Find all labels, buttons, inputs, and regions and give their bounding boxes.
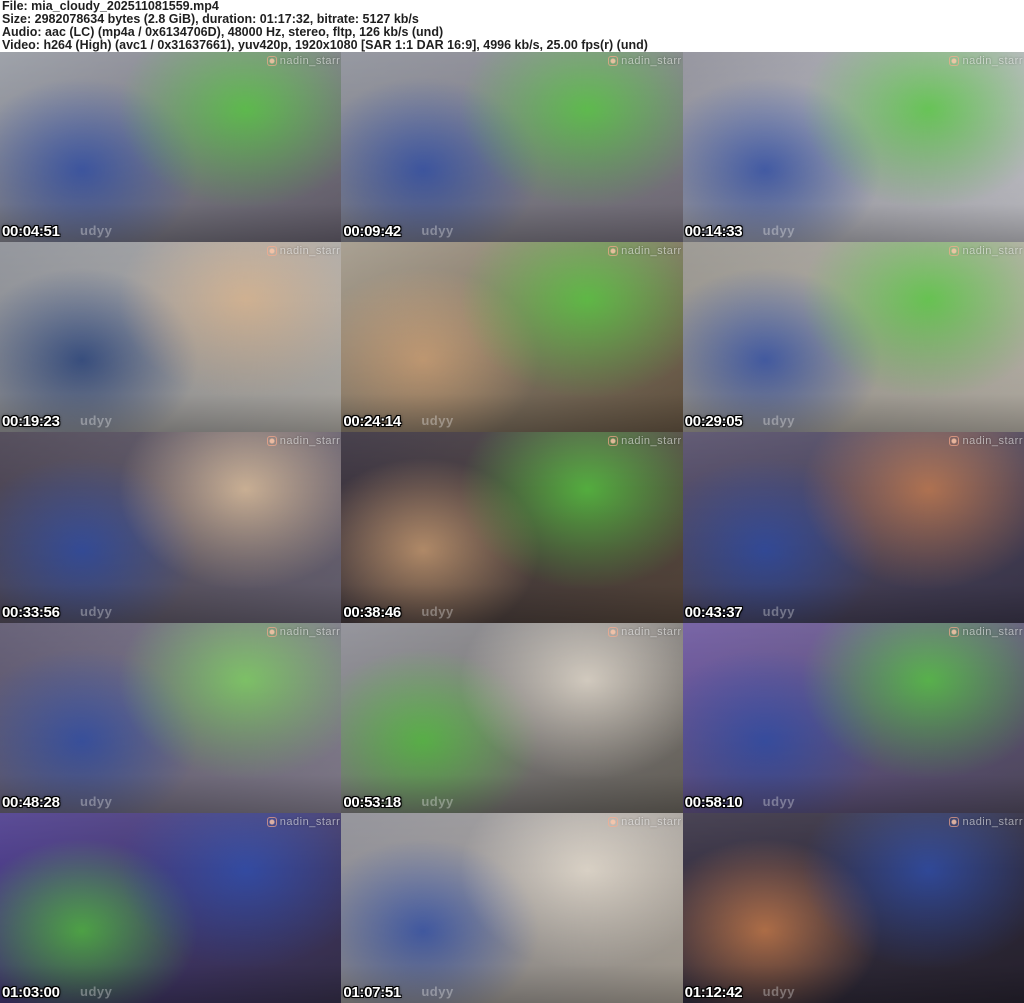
- timestamp-overlay: 01:03:00: [2, 983, 60, 1001]
- file-info-header: File: mia_cloudy_202511081559.mp4 Size: …: [0, 0, 1024, 52]
- top-right-watermark: nadin_starr: [608, 816, 682, 828]
- timestamp-overlay: 00:33:56: [2, 603, 60, 621]
- timestamp-overlay: 00:09:42: [343, 223, 401, 241]
- instagram-icon: [266, 436, 277, 447]
- watermark-text: nadin_starr: [279, 435, 341, 448]
- watermark-text: nadin_starr: [962, 55, 1023, 67]
- watermark-fragment: udyy: [762, 983, 795, 999]
- watermark-text: nadin_starr: [621, 245, 682, 258]
- timestamp-overlay: 00:19:23: [2, 413, 60, 431]
- instagram-icon: [266, 56, 277, 66]
- watermark-text: nadin_starr: [962, 245, 1023, 258]
- instagram-icon: [949, 626, 960, 637]
- video-thumbnail: nadin_starr udyy 00:19:23: [0, 242, 342, 433]
- instagram-icon: [608, 436, 619, 447]
- video-thumbnail: nadin_starr udyy 01:12:42: [682, 812, 1024, 1003]
- top-right-watermark: nadin_starr: [266, 245, 341, 258]
- instagram-icon: [608, 56, 619, 66]
- top-right-watermark: nadin_starr: [608, 626, 682, 638]
- top-right-watermark: nadin_starr: [266, 435, 341, 448]
- timestamp-overlay: 00:29:05: [684, 413, 743, 431]
- watermark-fragment: udyy: [80, 793, 113, 809]
- top-right-watermark: nadin_starr: [266, 55, 341, 67]
- timestamp-overlay: 01:12:42: [684, 983, 743, 1001]
- watermark-text: nadin_starr: [621, 625, 682, 638]
- video-thumbnail: nadin_starr udyy 00:14:33: [682, 52, 1024, 243]
- instagram-icon: [949, 816, 960, 827]
- watermark-fragment: udyy: [421, 223, 454, 239]
- video-thumbnail: nadin_starr udyy 00:04:51: [0, 52, 342, 243]
- timestamp-overlay: 00:38:46: [343, 603, 401, 621]
- video-info-line: Video: h264 (High) (avc1 / 0x31637661), …: [2, 38, 648, 52]
- watermark-fragment: udyy: [421, 413, 454, 429]
- instagram-icon: [608, 816, 619, 827]
- instagram-icon: [266, 246, 277, 257]
- watermark-text: nadin_starr: [279, 55, 341, 67]
- timestamp-overlay: 00:14:33: [684, 223, 743, 241]
- watermark-text: nadin_starr: [962, 815, 1023, 828]
- watermark-text: nadin_starr: [962, 435, 1023, 448]
- top-right-watermark: nadin_starr: [266, 625, 341, 638]
- watermark-text: nadin_starr: [621, 815, 682, 828]
- video-thumbnail: nadin_starr udyy 00:24:14: [341, 242, 683, 433]
- watermark-fragment: udyy: [762, 793, 795, 809]
- video-thumbnail: nadin_starr udyy 01:07:51: [341, 812, 683, 1003]
- watermark-fragment: udyy: [421, 983, 454, 999]
- watermark-fragment: udyy: [762, 413, 795, 429]
- video-thumbnail: nadin_starr udyy 00:53:18: [341, 622, 683, 813]
- watermark-fragment: udyy: [421, 793, 454, 809]
- watermark-fragment: udyy: [421, 603, 454, 619]
- watermark-text: nadin_starr: [621, 55, 682, 67]
- instagram-icon: [949, 56, 960, 66]
- video-thumbnail: nadin_starr udyy 00:43:37: [682, 432, 1024, 623]
- top-right-watermark: nadin_starr: [266, 815, 341, 828]
- top-right-watermark: nadin_starr: [949, 245, 1023, 257]
- watermark-text: nadin_starr: [279, 245, 341, 258]
- top-right-watermark: nadin_starr: [949, 55, 1023, 67]
- instagram-icon: [949, 246, 960, 257]
- timestamp-overlay: 00:43:37: [684, 603, 743, 621]
- instagram-icon: [949, 436, 960, 447]
- top-right-watermark: nadin_starr: [949, 626, 1023, 638]
- watermark-fragment: udyy: [80, 413, 113, 429]
- video-thumbnail: nadin_starr udyy 00:48:28: [0, 622, 342, 813]
- video-thumbnail: nadin_starr udyy 00:38:46: [341, 432, 683, 623]
- watermark-text: nadin_starr: [279, 625, 341, 638]
- contact-sheet: File: mia_cloudy_202511081559.mp4 Size: …: [0, 0, 1024, 1003]
- watermark-fragment: udyy: [80, 603, 113, 619]
- instagram-icon: [266, 816, 277, 827]
- top-right-watermark: nadin_starr: [608, 435, 682, 447]
- watermark-text: nadin_starr: [962, 625, 1023, 638]
- timestamp-overlay: 00:53:18: [343, 793, 401, 811]
- timestamp-overlay: 00:48:28: [2, 793, 60, 811]
- instagram-icon: [608, 626, 619, 637]
- video-thumbnail: nadin_starr udyy 01:03:00: [0, 812, 342, 1003]
- watermark-text: nadin_starr: [621, 435, 682, 448]
- video-thumbnail: nadin_starr udyy 00:58:10: [682, 622, 1024, 813]
- instagram-icon: [266, 626, 277, 637]
- top-right-watermark: nadin_starr: [949, 435, 1023, 447]
- top-right-watermark: nadin_starr: [949, 816, 1023, 828]
- video-thumbnail: nadin_starr udyy 00:33:56: [0, 432, 342, 623]
- video-thumbnail: nadin_starr udyy 00:29:05: [682, 242, 1024, 433]
- watermark-fragment: udyy: [762, 603, 795, 619]
- watermark-text: nadin_starr: [279, 815, 341, 828]
- timestamp-overlay: 00:24:14: [343, 413, 401, 431]
- top-right-watermark: nadin_starr: [608, 55, 682, 67]
- video-thumbnail: nadin_starr udyy 00:09:42: [341, 52, 683, 243]
- timestamp-overlay: 01:07:51: [343, 983, 401, 1001]
- watermark-fragment: udyy: [80, 983, 113, 999]
- timestamp-overlay: 00:04:51: [2, 223, 60, 241]
- top-right-watermark: nadin_starr: [608, 245, 682, 257]
- watermark-fragment: udyy: [762, 223, 795, 239]
- timestamp-overlay: 00:58:10: [684, 793, 743, 811]
- instagram-icon: [608, 246, 619, 257]
- watermark-fragment: udyy: [80, 223, 113, 239]
- thumbnail-grid: nadin_starr udyy 00:04:51 nadin_starr ud…: [0, 52, 1024, 1003]
